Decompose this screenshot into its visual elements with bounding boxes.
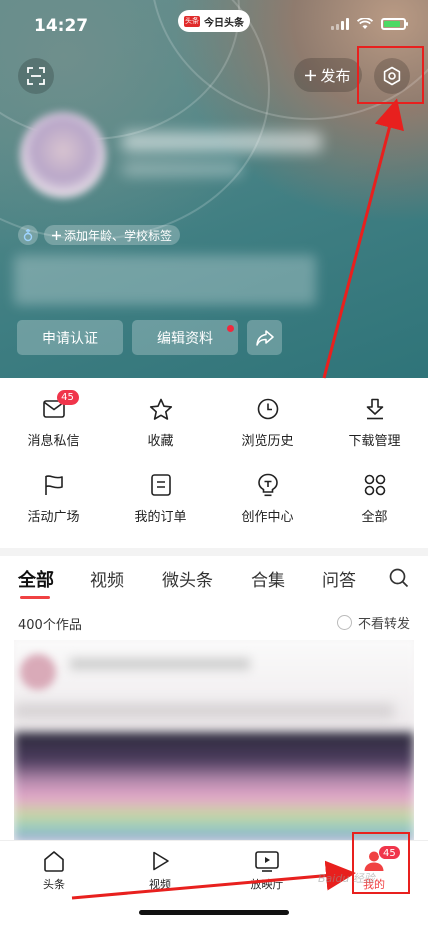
arrow-to-mine bbox=[71, 860, 356, 900]
arrow-to-settings bbox=[322, 98, 404, 379]
watermark: Baidu 经验 bbox=[318, 872, 375, 885]
annotation-arrows bbox=[71, 98, 404, 900]
home-indicator bbox=[139, 910, 289, 915]
